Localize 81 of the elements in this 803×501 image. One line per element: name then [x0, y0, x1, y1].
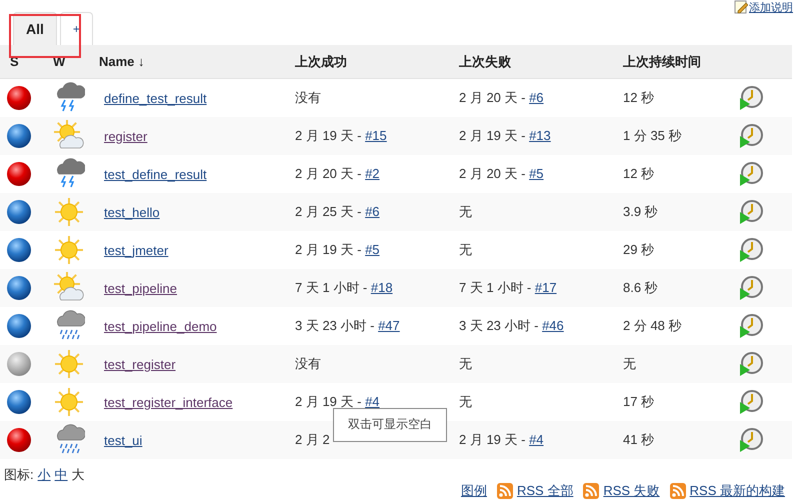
icon-size-link[interactable]: 小 — [38, 466, 51, 484]
last-failure-cell: 2 月 19 天 - #4 — [459, 432, 544, 447]
legend-link[interactable]: 图例 — [460, 482, 487, 500]
schedule-build-icon[interactable] — [738, 199, 764, 225]
icon-size-link[interactable]: 中 — [54, 466, 68, 484]
job-link[interactable]: test_pipeline_demo — [104, 318, 217, 334]
last-success-cell: 2 月 2 — [295, 432, 330, 447]
view-tab[interactable]: + — [60, 12, 93, 45]
last-failure-cell: 7 天 1 小时 - #17 — [459, 280, 557, 295]
duration-cell-text: 3.9 秒 — [623, 203, 659, 221]
job-link[interactable]: test_register_interface — [104, 394, 233, 410]
duration-cell-text: 12 秒 — [623, 165, 656, 183]
column-header[interactable]: Name ↓ — [99, 54, 295, 69]
build-link[interactable]: #6 — [529, 90, 544, 105]
build-link[interactable]: #5 — [529, 166, 544, 181]
build-link[interactable]: #46 — [542, 318, 564, 333]
last-failure-cell: 无 — [459, 242, 472, 257]
icon-size-option: 大 — [72, 466, 85, 484]
last-failure-cell: 2 月 20 天 - #6 — [459, 90, 544, 105]
duration-cell-text: 1 分 35 秒 — [623, 127, 683, 145]
last-success-cell: 2 月 19 天 - #4 — [295, 394, 380, 409]
build-link[interactable]: #5 — [365, 242, 380, 257]
add-description-link[interactable]: 添加说明 — [749, 0, 793, 15]
job-link[interactable]: register — [104, 128, 148, 144]
schedule-build-icon[interactable] — [738, 85, 764, 111]
rss-link[interactable]: RSS 最新的构建 — [690, 482, 785, 500]
rss-link[interactable]: RSS 全部 — [516, 482, 574, 500]
last-success-cell: 7 天 1 小时 - #18 — [295, 280, 393, 295]
last-failure-cell: 3 天 23 小时 - #46 — [459, 318, 564, 333]
last-success-cell: 2 月 20 天 - #2 — [295, 166, 380, 181]
build-link[interactable]: #47 — [378, 318, 400, 333]
build-link[interactable]: #18 — [370, 280, 393, 295]
highlight-frame — [9, 14, 81, 58]
column-header: 上次持续时间 — [623, 52, 702, 70]
column-header: 上次成功 — [295, 52, 348, 70]
duration-cell-text: 17 秒 — [623, 393, 656, 411]
job-link[interactable]: test_define_result — [104, 166, 207, 182]
build-link[interactable]: #13 — [529, 128, 551, 143]
schedule-build-icon[interactable] — [738, 237, 764, 263]
edit-note-icon — [734, 0, 748, 14]
last-success-cell: 2 月 25 天 - #6 — [295, 204, 380, 219]
schedule-build-icon[interactable] — [738, 161, 764, 187]
last-failure-cell: 2 月 20 天 - #5 — [459, 166, 544, 181]
job-link[interactable]: test_pipeline — [104, 280, 177, 296]
duration-cell-text: 12 秒 — [623, 89, 656, 107]
build-link[interactable]: #2 — [365, 166, 380, 181]
last-success-cell: 没有 — [295, 90, 321, 105]
rss-link[interactable]: RSS 失败 — [603, 482, 660, 500]
schedule-build-icon[interactable] — [738, 275, 764, 301]
job-link[interactable]: test_hello — [104, 204, 160, 220]
last-failure-cell: 2 月 19 天 - #13 — [459, 128, 551, 143]
job-link[interactable]: define_test_result — [104, 90, 207, 106]
schedule-build-icon[interactable] — [738, 427, 764, 453]
column-header: 上次失败 — [459, 52, 512, 70]
duration-cell-text: 无 — [623, 355, 637, 373]
build-link[interactable]: #15 — [365, 128, 387, 143]
schedule-build-icon[interactable] — [738, 123, 764, 149]
build-link[interactable]: #6 — [365, 204, 380, 219]
tooltip: 双击可显示空白 — [333, 408, 447, 442]
view-tab[interactable]: All — [13, 12, 57, 45]
last-success-cell: 2 月 19 天 - #5 — [295, 242, 380, 257]
schedule-build-icon[interactable] — [738, 389, 764, 415]
last-failure-cell: 无 — [459, 394, 472, 409]
duration-cell-text: 29 秒 — [623, 241, 656, 259]
last-failure-cell: 无 — [459, 204, 472, 219]
last-success-cell: 没有 — [295, 356, 321, 371]
last-success-cell: 3 天 23 小时 - #47 — [295, 318, 400, 333]
last-success-cell: 2 月 19 天 - #15 — [295, 128, 387, 143]
last-failure-cell: 无 — [459, 356, 472, 371]
icon-size-label: 图标: — [4, 466, 34, 484]
build-link[interactable]: #4 — [365, 394, 380, 409]
build-link[interactable]: #4 — [529, 432, 544, 447]
schedule-build-icon[interactable] — [738, 351, 764, 377]
build-link[interactable]: #17 — [534, 280, 557, 295]
job-link[interactable]: test_register — [104, 356, 176, 372]
job-link[interactable]: test_ui — [104, 432, 142, 448]
duration-cell-text: 8.6 秒 — [623, 279, 659, 297]
duration-cell-text: 41 秒 — [623, 431, 656, 449]
schedule-build-icon[interactable] — [738, 313, 764, 339]
job-link[interactable]: test_jmeter — [104, 242, 168, 258]
duration-cell-text: 2 分 48 秒 — [623, 317, 683, 335]
